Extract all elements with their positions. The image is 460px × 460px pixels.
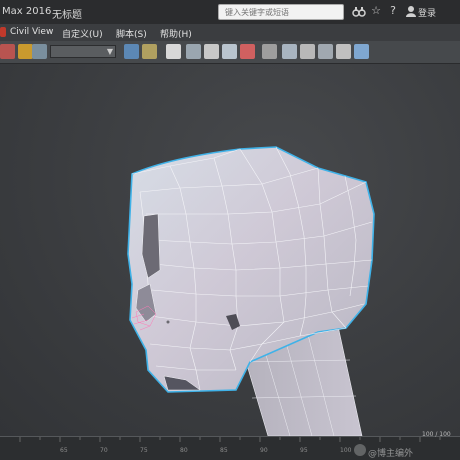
layer-explorer-icon[interactable]: [186, 44, 201, 59]
render-cloud-icon[interactable]: [354, 44, 369, 59]
app-icon[interactable]: [0, 27, 6, 37]
rendered-frame-icon[interactable]: [300, 44, 315, 59]
app-title: Max 2016: [2, 6, 52, 17]
menu-customize[interactable]: 自定义(U): [62, 27, 103, 40]
menu-civil-view[interactable]: Civil View: [10, 27, 53, 37]
watermark-text: @博主编外: [368, 449, 414, 459]
frame-counter: 100 / 100: [422, 431, 451, 438]
link-icon[interactable]: [0, 44, 15, 59]
perspective-viewport[interactable]: [0, 64, 460, 436]
ribbon-toggle-icon[interactable]: [204, 44, 219, 59]
menu-help[interactable]: 帮助(H): [160, 27, 192, 40]
selection-set-dropdown[interactable]: ▼: [50, 45, 116, 58]
render-production-icon[interactable]: [318, 44, 333, 59]
user-icon[interactable]: [404, 4, 418, 18]
document-title: 无标题: [52, 10, 82, 21]
menu-scripting[interactable]: 脚本(S): [116, 27, 147, 40]
login-link[interactable]: 登录: [418, 6, 436, 19]
frame-label: 90: [260, 447, 268, 454]
frame-label: 85: [220, 447, 228, 454]
frame-label: 80: [180, 447, 188, 454]
edit-named-selection-icon[interactable]: [32, 44, 47, 59]
3ds-max-window: Max 2016 无标题 ☆ ? 登录 Civil View 自定义(U) 脚本…: [0, 0, 460, 460]
watermark-logo-icon: [354, 444, 366, 456]
curve-editor-icon[interactable]: [222, 44, 237, 59]
search-input[interactable]: [219, 5, 335, 19]
frame-label: 70: [100, 447, 108, 454]
star-icon[interactable]: ☆: [369, 4, 383, 18]
search-box[interactable]: [218, 4, 344, 20]
head-model[interactable]: [0, 64, 460, 436]
scene-explorer-icon[interactable]: [166, 44, 181, 59]
frame-label: 65: [60, 447, 68, 454]
main-toolbar: ▼: [0, 41, 460, 64]
material-editor-icon[interactable]: [262, 44, 277, 59]
frame-label: 100: [340, 447, 352, 454]
binoculars-icon[interactable]: [352, 4, 366, 18]
chevron-down-icon: ▼: [106, 47, 113, 56]
mirror-icon[interactable]: [124, 44, 139, 59]
unlink-icon[interactable]: [18, 44, 33, 59]
frame-label: 95: [300, 447, 308, 454]
render-iterative-icon[interactable]: [336, 44, 351, 59]
title-bar: Max 2016 无标题 ☆ ? 登录: [0, 0, 460, 24]
frame-label: 75: [140, 447, 148, 454]
menu-bar: Civil View 自定义(U) 脚本(S) 帮助(H): [0, 24, 460, 41]
schematic-view-icon[interactable]: [240, 44, 255, 59]
help-icon[interactable]: ?: [386, 4, 400, 18]
align-icon[interactable]: [142, 44, 157, 59]
render-setup-icon[interactable]: [282, 44, 297, 59]
